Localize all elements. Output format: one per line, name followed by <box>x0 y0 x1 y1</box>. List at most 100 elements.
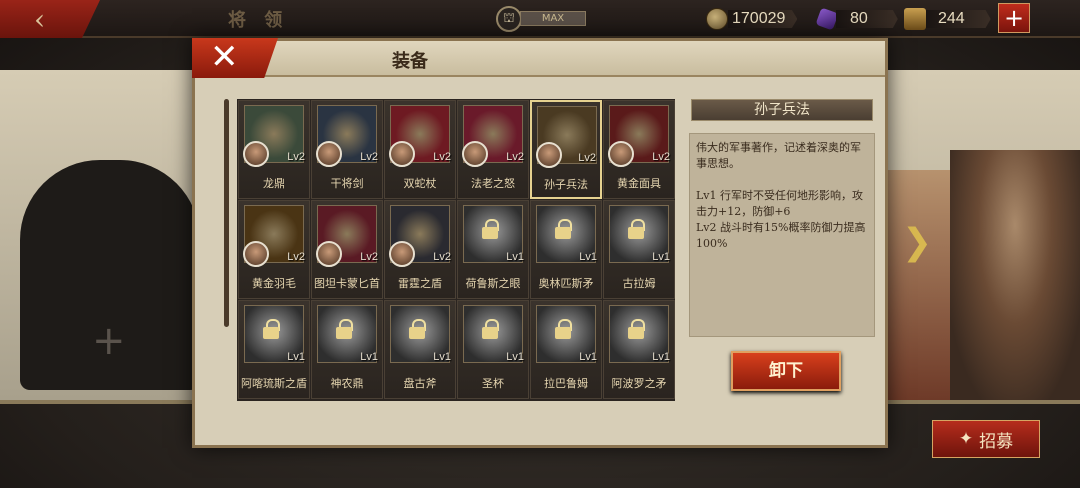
add-general-icon[interactable]: + <box>92 318 126 364</box>
equipment-slot[interactable]: Lv2 图坦卡蒙匕首 <box>311 200 383 299</box>
lock-icon <box>409 319 427 339</box>
equipment-level: Lv2 <box>578 152 596 164</box>
equipment-name: 阿喀琉斯之盾 <box>241 377 307 390</box>
lock-icon <box>263 319 281 339</box>
equipped-general-avatar <box>389 241 415 267</box>
recruit-icon: ✦ <box>958 429 974 449</box>
general-portrait-partial <box>888 170 958 400</box>
equipment-slot[interactable]: Lv1 阿喀琉斯之盾 <box>238 300 310 399</box>
equipment-level: Lv2 <box>433 251 451 263</box>
equipment-name: 黄金面具 <box>617 177 661 190</box>
coin-icon <box>706 8 728 30</box>
game-screen: + ❯ ✦ 招募 ‹ 将 领 ⛫ MAX 170029 80 244 + 装备 … <box>0 0 1080 488</box>
equipment-name: 法老之怒 <box>471 177 515 190</box>
scrollbar[interactable] <box>224 99 229 327</box>
equipment-name: 盘古斧 <box>403 377 437 390</box>
equipment-slot[interactable]: Lv2 双蛇杖 <box>384 100 456 199</box>
building-icon: ⛫ <box>496 6 522 32</box>
chest-icon <box>904 8 926 30</box>
equipped-general-avatar <box>462 141 488 167</box>
close-button[interactable]: ✕ <box>192 38 278 78</box>
equipped-general-avatar <box>536 142 562 168</box>
equipment-name: 双蛇杖 <box>403 177 437 190</box>
gem-icon <box>815 7 839 31</box>
equipment-level: Lv2 <box>506 151 524 163</box>
equipment-name: 奥林匹斯矛 <box>538 277 594 290</box>
equipped-general-avatar <box>243 241 269 267</box>
equipment-name: 拉巴鲁姆 <box>544 377 588 390</box>
gem-counter: 80 <box>815 7 898 31</box>
equipment-level: Lv2 <box>652 151 670 163</box>
equipment-level: Lv2 <box>360 251 378 263</box>
equipment-level: Lv1 <box>360 351 378 363</box>
equipped-general-avatar <box>316 141 342 167</box>
equipment-level: Lv2 <box>287 151 305 163</box>
equipment-level: Lv1 <box>506 251 524 263</box>
equipped-general-avatar <box>389 141 415 167</box>
equipment-slot[interactable]: Lv1 盘古斧 <box>384 300 456 399</box>
equipment-slot[interactable]: Lv1 古拉姆 <box>603 200 675 299</box>
equipment-name: 阿波罗之矛 <box>611 377 667 390</box>
equipment-name: 雷霆之盾 <box>398 277 442 290</box>
equipment-slot[interactable]: Lv1 圣杯 <box>457 300 529 399</box>
equipment-slot[interactable]: Lv2 法老之怒 <box>457 100 529 199</box>
equipment-name: 古拉姆 <box>622 277 656 290</box>
equipment-level: Lv1 <box>652 251 670 263</box>
equipment-name: 荷鲁斯之眼 <box>465 277 521 290</box>
equipment-slot[interactable]: Lv2 黄金羽毛 <box>238 200 310 299</box>
item-description: 伟大的军事著作，记述着深奥的军事思想。 <box>696 141 861 170</box>
add-resource-button[interactable]: + <box>998 3 1030 33</box>
equipment-slot[interactable]: Lv2 孙子兵法 <box>530 100 602 199</box>
back-button[interactable]: ‹ <box>0 0 100 38</box>
equipment-name: 孙子兵法 <box>544 178 588 191</box>
equipment-slot[interactable]: Lv1 阿波罗之矛 <box>603 300 675 399</box>
equipment-level: Lv1 <box>433 351 451 363</box>
equipment-dialog: 装备 ✕ Lv2 龙鼎 Lv2 干将剑 Lv2 双蛇杖 Lv2 法老之怒 Lv2 孙子兵法 Lv2 黄… <box>192 38 888 448</box>
equipment-slot[interactable]: Lv1 奥林匹斯矛 <box>530 200 602 299</box>
equipped-general-avatar <box>243 141 269 167</box>
lock-icon <box>336 319 354 339</box>
chest-value: 244 <box>926 10 991 28</box>
equipment-slot[interactable]: Lv2 干将剑 <box>311 100 383 199</box>
equipment-slot[interactable]: Lv1 荷鲁斯之眼 <box>457 200 529 299</box>
equipment-slot[interactable]: Lv1 神农鼎 <box>311 300 383 399</box>
equipment-name: 干将剑 <box>330 177 364 190</box>
equipment-name: 圣杯 <box>482 377 504 390</box>
equipment-level: Lv1 <box>506 351 524 363</box>
lock-icon <box>482 319 500 339</box>
equipment-slot[interactable]: Lv1 拉巴鲁姆 <box>530 300 602 399</box>
equipment-level: Lv2 <box>360 151 378 163</box>
close-icon: ✕ <box>210 37 239 77</box>
equipment-level: Lv2 <box>433 151 451 163</box>
recruit-button[interactable]: ✦ 招募 <box>932 420 1040 458</box>
level-bar: MAX <box>520 11 586 26</box>
lock-icon <box>555 319 573 339</box>
general-portrait[interactable] <box>950 150 1080 400</box>
equipment-name: 龙鼎 <box>263 177 285 190</box>
equipment-slot[interactable]: Lv2 龙鼎 <box>238 100 310 199</box>
item-effect-lv1: Lv1 行军时不受任何地形影响，攻击力+12，防御+6 <box>696 189 864 218</box>
item-description-panel: 伟大的军事著作，记述着深奥的军事思想。 Lv1 行军时不受任何地形影响，攻击力+… <box>689 133 875 337</box>
equipment-name: 黄金羽毛 <box>252 277 296 290</box>
page-title: 将 领 <box>228 10 289 31</box>
selected-item-title: 孙子兵法 <box>691 99 873 121</box>
next-chevron-icon[interactable]: ❯ <box>902 222 932 263</box>
equipment-name: 图坦卡蒙匕首 <box>314 277 380 290</box>
back-arrow-icon: ‹ <box>34 2 46 36</box>
recruit-label: 招募 <box>979 431 1014 452</box>
item-effect-lv2: Lv2 战斗时有15%概率防御力提高100% <box>696 221 866 250</box>
equipment-slot[interactable]: Lv2 雷霆之盾 <box>384 200 456 299</box>
coin-value: 170029 <box>728 10 798 28</box>
equipment-slot[interactable]: Lv2 黄金面具 <box>603 100 675 199</box>
equipment-grid: Lv2 龙鼎 Lv2 干将剑 Lv2 双蛇杖 Lv2 法老之怒 Lv2 孙子兵法 Lv2 黄金面具 Lv… <box>237 99 675 401</box>
lock-icon <box>628 319 646 339</box>
lock-icon <box>628 219 646 239</box>
lock-icon <box>555 219 573 239</box>
equipment-level: Lv1 <box>287 351 305 363</box>
lock-icon <box>482 219 500 239</box>
unequip-button[interactable]: 卸下 <box>731 351 841 391</box>
equipment-name: 神农鼎 <box>330 377 364 390</box>
dialog-header: 装备 <box>195 41 885 77</box>
equipment-level: Lv1 <box>652 351 670 363</box>
chest-counter: 244 <box>904 8 991 30</box>
